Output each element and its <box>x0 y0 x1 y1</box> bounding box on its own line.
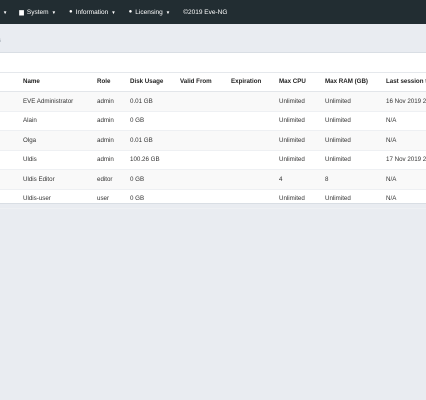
user-max-ram: 8 <box>325 169 386 190</box>
nav-menu-partial[interactable]: t ▼ <box>0 9 7 16</box>
column-header-name[interactable]: Name <box>23 72 97 92</box>
user-max-ram: Unlimited <box>325 91 386 112</box>
user-last-session: N/A <box>386 111 426 131</box>
user-max-ram: Unlimited <box>325 189 386 209</box>
column-header-last-session[interactable]: Last session t <box>386 72 426 92</box>
copyright-text: ©2019 Eve-NG <box>183 8 228 16</box>
user-expiration <box>231 130 279 151</box>
user-last-session: 16 Nov 2019 2 <box>386 91 426 112</box>
user-max-ram: Unlimited <box>325 111 386 131</box>
top-navbar: t ▼ ▆ System ▼ ● Information ▼ ● Licensi… <box>0 0 426 24</box>
user-expiration <box>231 111 279 131</box>
user-valid-from <box>180 189 231 209</box>
nav-menu-system-label: System <box>26 8 49 16</box>
row-select-cell[interactable] <box>0 150 23 170</box>
nav-menu-information[interactable]: ● Information ▼ <box>69 9 116 16</box>
users-panel: Name Role Disk Usage Valid From Expirati… <box>0 52 426 209</box>
table-row[interactable]: Olga admin 0.01 GB Unlimited Unlimited N/A <box>0 130 426 151</box>
caret-down-icon: ▼ <box>165 9 171 15</box>
column-header-disk-usage[interactable]: Disk Usage <box>130 72 180 92</box>
info-icon: ● <box>69 9 73 15</box>
row-select-cell[interactable] <box>0 189 23 209</box>
user-role: admin <box>97 111 130 131</box>
user-role: admin <box>97 130 130 151</box>
user-valid-from <box>180 111 231 131</box>
user-name: Uldis Editor <box>23 169 97 190</box>
breadcrumb-bar <box>0 24 426 52</box>
user-name: Alain <box>23 111 97 131</box>
user-valid-from <box>180 169 231 190</box>
user-expiration <box>231 91 279 112</box>
table-row[interactable]: Alain admin 0 GB Unlimited Unlimited N/A <box>0 111 426 131</box>
column-header-role[interactable]: Role <box>97 72 130 92</box>
column-header-max-ram[interactable]: Max RAM (GB) <box>325 72 386 92</box>
row-select-cell[interactable] <box>0 130 23 151</box>
user-last-session: 17 Nov 2019 2 <box>386 150 426 170</box>
select-column-header <box>0 72 23 92</box>
file-icon: ▆ <box>19 9 24 16</box>
nav-menu-system[interactable]: ▆ System ▼ <box>19 9 56 16</box>
column-header-expiration[interactable]: Expiration <box>231 72 279 92</box>
user-name: Uldis-user <box>23 189 97 209</box>
user-max-cpu: Unlimited <box>279 111 325 131</box>
panel-header <box>0 53 426 73</box>
user-disk-usage: 0 GB <box>130 111 180 131</box>
user-name: Olga <box>23 130 97 151</box>
user-last-session: N/A <box>386 169 426 190</box>
user-disk-usage: 100.26 GB <box>130 150 180 170</box>
row-select-cell[interactable] <box>0 91 23 112</box>
user-last-session: N/A <box>386 189 426 209</box>
caret-down-icon: ▼ <box>51 9 57 15</box>
nav-menu-licensing[interactable]: ● Licensing ▼ <box>129 9 171 16</box>
user-expiration <box>231 189 279 209</box>
user-disk-usage: 0.01 GB <box>130 130 180 151</box>
user-max-ram: Unlimited <box>325 130 386 151</box>
nav-menu-information-label: Information <box>75 8 109 16</box>
user-role: editor <box>97 169 130 190</box>
user-name: Uldis <box>23 150 97 170</box>
user-disk-usage: 0.01 GB <box>130 91 180 112</box>
users-table: Name Role Disk Usage Valid From Expirati… <box>0 72 426 209</box>
column-header-max-cpu[interactable]: Max CPU <box>279 72 325 92</box>
user-max-ram: Unlimited <box>325 150 386 170</box>
user-last-session: N/A <box>386 130 426 151</box>
user-max-cpu: Unlimited <box>279 150 325 170</box>
table-row[interactable]: Uldis Editor editor 0 GB 4 8 N/A <box>0 169 426 190</box>
breadcrumb[interactable]: s <box>0 38 1 44</box>
user-valid-from <box>180 91 231 112</box>
user-name: EVE Administrator <box>23 91 97 112</box>
row-select-cell[interactable] <box>0 111 23 131</box>
user-max-cpu: Unlimited <box>279 130 325 151</box>
user-valid-from <box>180 130 231 151</box>
user-expiration <box>231 169 279 190</box>
nav-menu-licensing-label: Licensing <box>135 8 163 16</box>
row-select-cell[interactable] <box>0 169 23 190</box>
table-header-row: Name Role Disk Usage Valid From Expirati… <box>0 72 426 92</box>
caret-down-icon: ▼ <box>111 9 116 15</box>
user-expiration <box>231 150 279 170</box>
user-disk-usage: 0 GB <box>130 189 180 209</box>
table-row[interactable]: EVE Administrator admin 0.01 GB Unlimited Un… <box>0 91 426 112</box>
user-role: user <box>97 189 130 209</box>
user-valid-from <box>180 150 231 170</box>
table-row[interactable]: Uldis-user user 0 GB Unlimited Unlimited N/A <box>0 189 426 209</box>
column-header-valid-from[interactable]: Valid From <box>180 72 231 92</box>
user-max-cpu: Unlimited <box>279 189 325 209</box>
caret-down-icon: ▼ <box>2 9 8 15</box>
license-icon: ● <box>128 9 133 15</box>
user-role: admin <box>97 91 130 112</box>
user-disk-usage: 0 GB <box>130 169 180 190</box>
user-role: admin <box>97 150 130 170</box>
user-max-cpu: 4 <box>279 169 325 190</box>
table-row[interactable]: Uldis admin 100.26 GB Unlimited Unlimited 17 … <box>0 150 426 170</box>
user-max-cpu: Unlimited <box>279 91 325 112</box>
